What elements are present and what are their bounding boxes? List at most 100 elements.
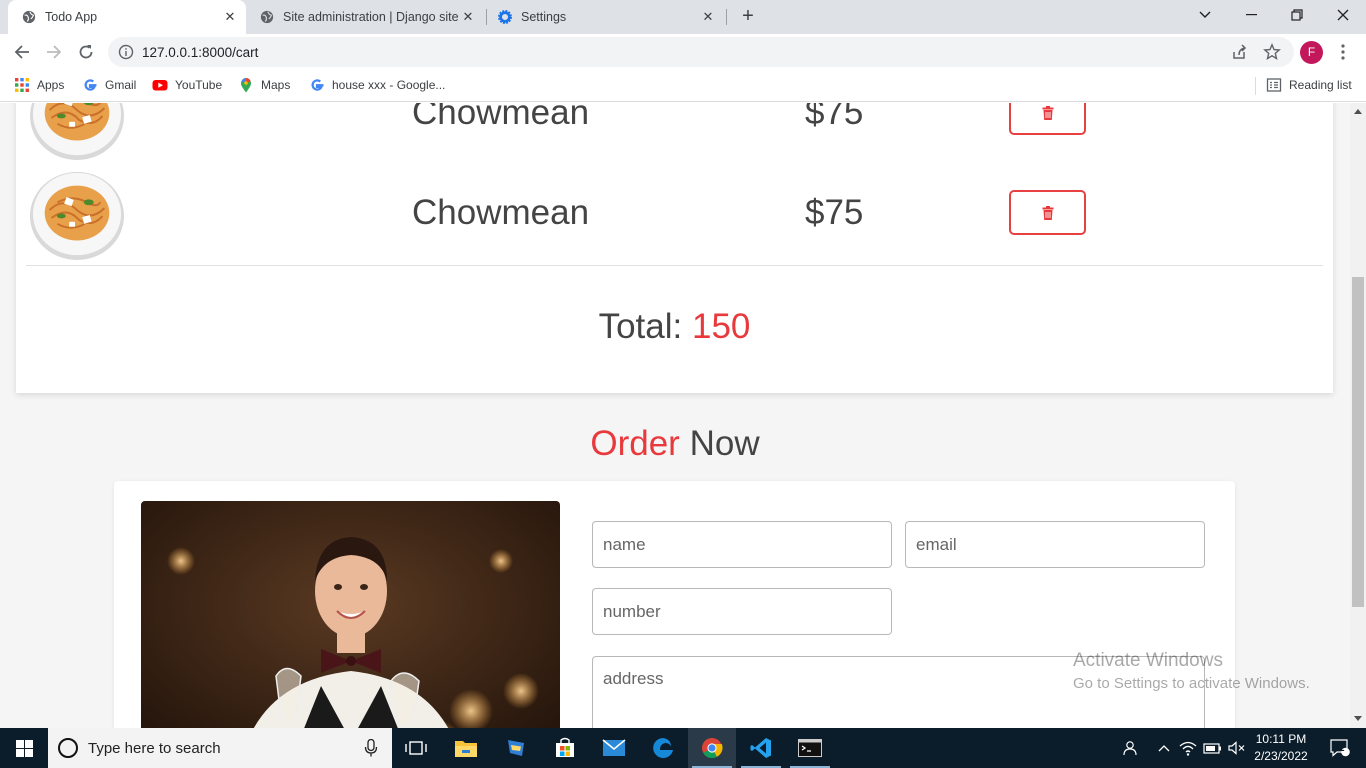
file-explorer-icon[interactable] <box>442 728 490 768</box>
youtube-icon <box>152 80 168 91</box>
task-view-icon[interactable] <box>392 728 440 768</box>
tab-search-chevron-icon[interactable] <box>1182 0 1228 30</box>
cart-item-name: Chowmean <box>412 193 590 232</box>
chrome-icon[interactable] <box>688 728 736 768</box>
total-value: 150 <box>691 307 751 346</box>
scroll-up-arrow-icon[interactable] <box>1354 108 1362 116</box>
mail-icon[interactable] <box>590 728 638 768</box>
taskbar-search-box[interactable]: Type here to search <box>48 728 392 768</box>
bookmark-apps[interactable]: Apps <box>14 70 64 100</box>
name-input[interactable] <box>592 521 892 568</box>
bookmark-label: YouTube <box>175 78 223 92</box>
taskbar-clock[interactable]: 10:11 PM 2/23/2022 <box>1250 731 1312 765</box>
noodle-dish-image <box>30 103 124 161</box>
people-icon[interactable] <box>1116 728 1142 768</box>
noodle-dish-image <box>30 171 124 261</box>
bookmark-separator <box>1255 77 1256 95</box>
tab-title: Settings <box>521 10 567 24</box>
edge-icon[interactable] <box>639 728 687 768</box>
google-icon <box>311 79 324 91</box>
store-icon[interactable] <box>541 728 589 768</box>
cart-item-price: $75 <box>805 103 864 132</box>
tab-settings[interactable]: Settings ✕ <box>488 0 724 34</box>
terminal-icon[interactable] <box>786 728 834 768</box>
page-scrollbar[interactable] <box>1350 103 1366 728</box>
bookmark-youtube[interactable]: YouTube <box>152 70 222 100</box>
globe-icon <box>22 10 36 24</box>
close-icon[interactable]: ✕ <box>700 9 716 25</box>
notification-count: 2 <box>1339 743 1345 754</box>
cortana-circle-icon <box>58 738 78 758</box>
bookmark-star-icon[interactable] <box>1263 43 1281 61</box>
wifi-icon[interactable] <box>1177 728 1199 768</box>
share-icon[interactable] <box>1230 43 1248 61</box>
delete-item-button[interactable] <box>1009 103 1086 135</box>
volume-muted-icon[interactable] <box>1226 728 1248 768</box>
waitress-photo <box>141 501 560 728</box>
maps-pin-icon <box>241 78 251 93</box>
microphone-icon[interactable] <box>364 739 378 757</box>
trash-icon <box>1042 205 1053 220</box>
reading-list-button[interactable]: Reading list <box>1266 70 1352 100</box>
profile-avatar[interactable]: F <box>1300 41 1323 64</box>
bookmarks-bar: Apps Gmail YouTube Maps house xxx - Goog… <box>0 70 1366 102</box>
tab-title: Site administration | Django site admin <box>283 10 460 24</box>
bookmark-label: house xxx - Google... <box>332 78 446 92</box>
chevron-up-icon[interactable] <box>1154 728 1174 768</box>
tab-separator <box>486 9 487 25</box>
tab-django-admin[interactable]: Site administration | Django site admin … <box>248 0 484 34</box>
order-form-card <box>114 481 1235 728</box>
minimize-icon[interactable] <box>1228 0 1274 30</box>
app-icon[interactable] <box>492 728 540 768</box>
tab-title: Todo App <box>45 10 98 24</box>
bookmark-maps[interactable]: Maps <box>238 70 290 100</box>
scroll-down-arrow-icon[interactable] <box>1354 714 1362 722</box>
cart-item-row: Chowmean $75 <box>16 103 1333 163</box>
bookmark-label: Gmail <box>105 78 137 92</box>
number-input[interactable] <box>592 588 892 635</box>
cart-divider <box>26 265 1323 266</box>
reading-list-label: Reading list <box>1289 78 1352 92</box>
forward-arrow-icon[interactable] <box>42 40 66 64</box>
order-heading: Order Now <box>0 424 1350 464</box>
close-window-icon[interactable] <box>1320 0 1366 30</box>
order-heading-accent: Order <box>590 424 680 463</box>
cart-total: Total: 150 <box>16 307 1333 347</box>
bookmark-label: Maps <box>261 78 291 92</box>
windows-taskbar: Type here to search 10:11 PM 2/23/2022 2 <box>0 728 1366 768</box>
more-menu-icon[interactable] <box>1336 42 1350 62</box>
back-arrow-icon[interactable] <box>10 40 34 64</box>
cart-card: Chowmean $75 Chowmean $75 Total: 150 <box>16 103 1333 393</box>
apps-grid-icon <box>15 78 29 92</box>
bookmark-gmail[interactable]: Gmail <box>82 70 136 100</box>
site-info-icon[interactable] <box>118 44 134 60</box>
browser-toolbar: 127.0.0.1:8000/cart F <box>0 34 1366 70</box>
tab-todo-app[interactable]: Todo App ✕ <box>8 0 246 34</box>
close-icon[interactable]: ✕ <box>222 9 238 25</box>
tab-separator <box>726 9 727 25</box>
activate-windows-watermark: Activate Windows Go to Settings to activ… <box>1073 650 1310 692</box>
bookmark-label: Apps <box>37 78 65 92</box>
notification-center-icon[interactable]: 2 <box>1320 728 1360 768</box>
start-windows-icon[interactable] <box>0 728 48 768</box>
google-icon <box>84 79 97 91</box>
close-icon[interactable]: ✕ <box>460 9 476 25</box>
scrollbar-thumb[interactable] <box>1352 277 1364 607</box>
cart-item-name: Chowmean <box>412 103 590 132</box>
new-tab-plus-icon[interactable]: + <box>738 5 758 27</box>
bookmark-house[interactable]: house xxx - Google... <box>309 70 445 100</box>
vscode-icon[interactable] <box>737 728 785 768</box>
battery-icon[interactable] <box>1202 728 1224 768</box>
watermark-title: Activate Windows <box>1073 650 1223 671</box>
gear-icon <box>498 10 512 24</box>
browser-tab-strip: Todo App ✕ Site administration | Django … <box>0 0 1366 34</box>
cart-item-price: $75 <box>805 193 864 232</box>
address-bar[interactable]: 127.0.0.1:8000/cart <box>108 37 1294 67</box>
reload-icon[interactable] <box>74 40 98 64</box>
restore-icon[interactable] <box>1274 0 1320 30</box>
clock-time: 10:11 PM <box>1255 732 1307 746</box>
watermark-subtitle: Go to Settings to activate Windows. <box>1073 675 1310 692</box>
delete-item-button[interactable] <box>1009 190 1086 235</box>
clock-date: 2/23/2022 <box>1254 749 1308 763</box>
email-input[interactable] <box>905 521 1205 568</box>
